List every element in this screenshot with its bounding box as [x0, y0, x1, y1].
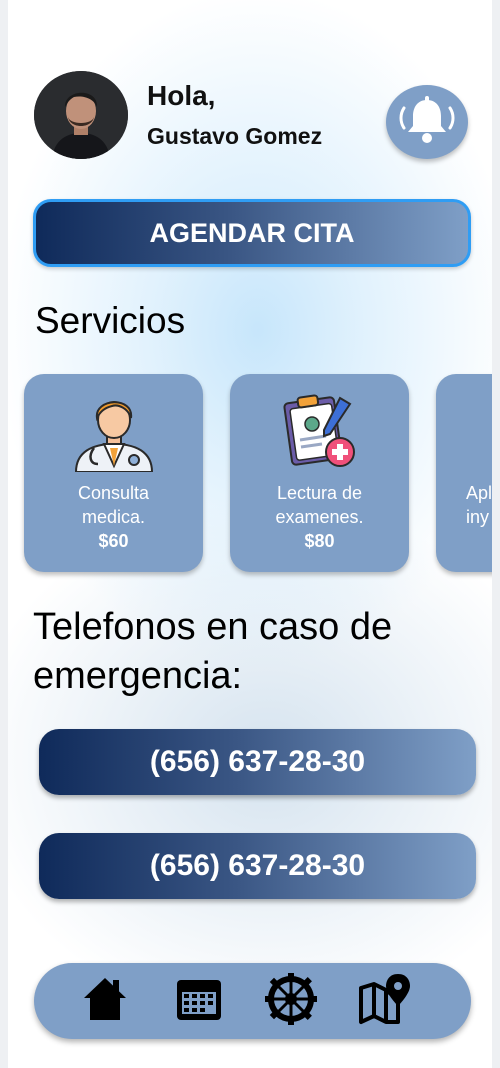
emergency-phone-button[interactable]: (656) 637-28-30 — [39, 729, 476, 795]
app-screen: Hola, Gustavo Gomez AGENDAR CITA Servici… — [8, 0, 492, 1068]
map-pin-icon — [358, 972, 412, 1031]
nav-map[interactable] — [358, 973, 412, 1027]
clipboard-report-icon — [278, 390, 362, 472]
calendar-icon — [174, 974, 224, 1029]
nav-settings[interactable] — [264, 972, 318, 1027]
service-name-line2: medica. — [81, 507, 146, 527]
settings-gear-icon — [264, 972, 318, 1031]
service-card-consulta[interactable]: Consulta medica. $60 — [24, 374, 203, 572]
bottom-nav — [34, 963, 471, 1039]
service-name-line1: Consulta — [77, 483, 150, 503]
service-card-lectura[interactable]: Lectura de examenes. $80 — [230, 374, 409, 572]
greeting-text: Hola, — [147, 80, 216, 111]
emergency-title: Telefonos en caso de emergencia: — [33, 606, 393, 697]
schedule-appointment-button[interactable]: AGENDAR CITA — [33, 199, 471, 267]
notifications-button[interactable] — [386, 85, 468, 159]
service-price: $80 — [304, 531, 335, 551]
service-price: $60 — [98, 531, 129, 551]
nav-calendar[interactable] — [172, 975, 226, 1027]
avatar[interactable] — [34, 71, 128, 159]
services-title: Servicios — [35, 300, 186, 341]
service-name-line2: examenes. — [275, 507, 364, 527]
service-name-line1: Apli — [466, 483, 492, 503]
service-name-line1: Lectura de — [276, 483, 363, 503]
emergency-phone-button[interactable]: (656) 637-28-30 — [39, 833, 476, 899]
user-name: Gustavo Gomez — [147, 123, 323, 149]
nav-home[interactable] — [78, 975, 132, 1027]
service-card-inyeccion[interactable]: Apli iny — [436, 374, 492, 572]
home-icon — [80, 974, 130, 1029]
bell-icon — [396, 94, 458, 151]
doctor-icon — [72, 390, 156, 473]
service-name-line2: iny — [466, 507, 490, 527]
